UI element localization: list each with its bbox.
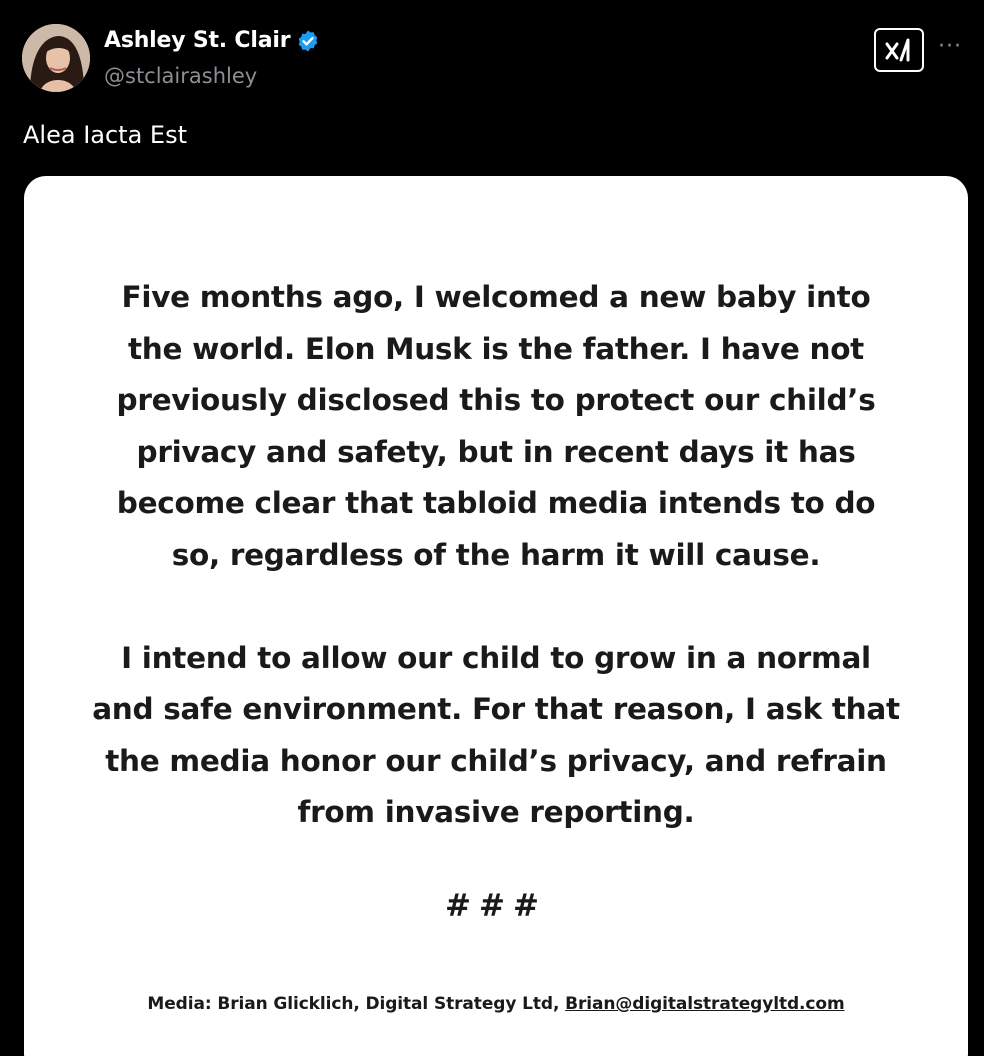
statement-line: the media honor our child’s privacy, and… [105,743,887,778]
attached-image-card[interactable]: Five months ago, I welcomed a new baby i… [24,176,968,1056]
statement-text: Five months ago, I welcomed a new baby i… [64,272,928,839]
grok-button[interactable] [874,28,924,72]
tweet-view: Ashley St. Clair @stclairashley ··· Alea… [0,0,984,1056]
avatar-image [22,24,90,92]
more-horizontal-icon[interactable]: ··· [938,36,962,58]
statement-line: previously disclosed this to protect our… [116,383,876,417]
statement-line: the world. Elon Musk is the father. I ha… [128,331,864,366]
statement-line: Five months ago, I welcomed a new baby i… [121,280,871,314]
statement-line: and safe environment. For that reason, I… [92,692,900,726]
avatar[interactable] [22,24,90,92]
author-display-name[interactable]: Ashley St. Clair [104,28,291,53]
grok-icon [885,38,910,62]
media-contact-prefix: Media: Brian Glicklich, Digital Strategy… [147,994,560,1014]
statement-line: privacy and safety, but in recent days i… [136,434,856,469]
media-contact: Media: Brian Glicklich, Digital Strategy… [24,994,968,1014]
statement-line: so, regardless of the harm it will cause… [171,537,821,572]
separator-text: ### [445,888,547,924]
media-contact-email-link[interactable]: Brian@digitalstrategyltd.com [565,994,845,1014]
statement-line: become clear that tabloid media intends … [116,486,876,520]
author-name-row[interactable]: Ashley St. Clair [104,28,320,53]
separator-hashes: ### [24,888,968,924]
statement-line: I intend to allow our child to grow in a… [121,640,871,675]
author-handle[interactable]: @stclairashley [104,64,257,88]
statement-line: from invasive reporting. [297,795,695,829]
verified-badge-icon [299,30,318,51]
tweet-text: Alea Iacta Est [23,121,187,149]
